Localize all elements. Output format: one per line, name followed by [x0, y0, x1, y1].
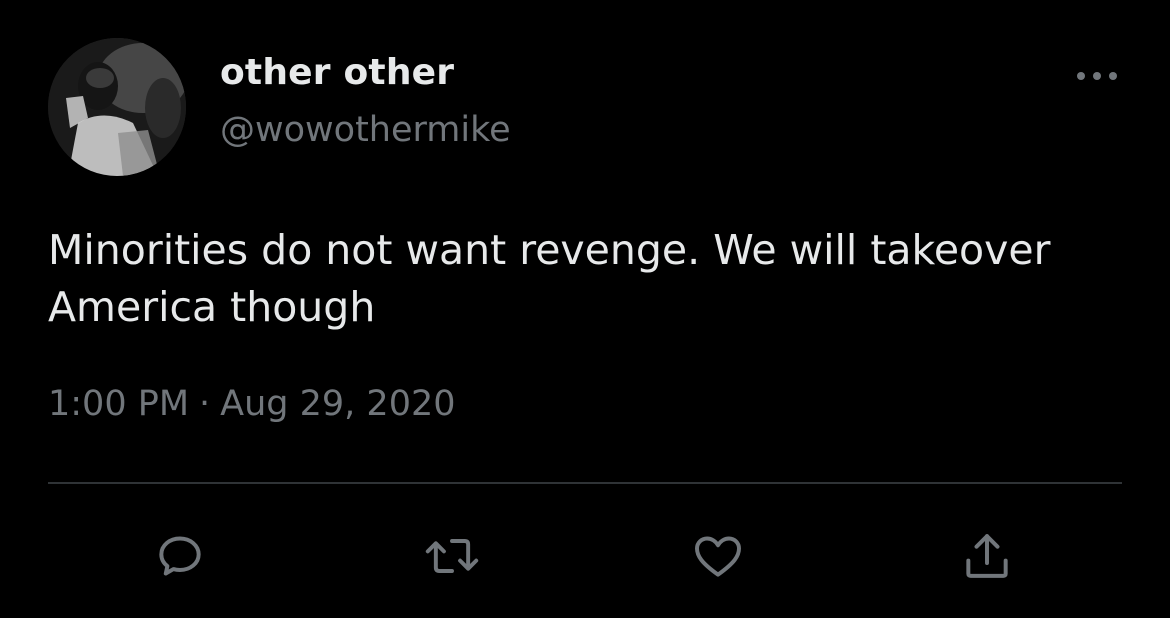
- divider: [48, 482, 1122, 484]
- timestamp[interactable]: 1:00 PM · Aug 29, 2020: [48, 384, 456, 424]
- speech-bubble-icon: [152, 528, 208, 584]
- timestamp-separator: ·: [199, 384, 211, 424]
- tweet-detail: other other @wowothermike Minorities do …: [0, 0, 1170, 618]
- retweet-arrows-icon: [422, 528, 482, 584]
- reply-button[interactable]: [152, 528, 208, 584]
- tweet-time: 1:00 PM: [48, 384, 190, 424]
- tweet-text-line: America though: [48, 283, 376, 331]
- avatar[interactable]: [48, 38, 186, 176]
- more-options-icon[interactable]: [1073, 64, 1121, 88]
- tweet-text: Minorities do not want revenge. We will …: [48, 222, 1128, 336]
- display-name[interactable]: other other: [220, 52, 454, 93]
- retweet-button[interactable]: [424, 528, 480, 584]
- share-upload-icon: [959, 528, 1015, 584]
- share-button[interactable]: [959, 528, 1015, 584]
- like-button[interactable]: [690, 528, 746, 584]
- heart-icon: [690, 528, 746, 584]
- tweet-text-line: Minorities do not want revenge. We will …: [48, 226, 1051, 274]
- tweet-date: Aug 29, 2020: [220, 384, 456, 424]
- user-handle[interactable]: @wowothermike: [220, 110, 511, 150]
- avatar-photo: [48, 38, 186, 176]
